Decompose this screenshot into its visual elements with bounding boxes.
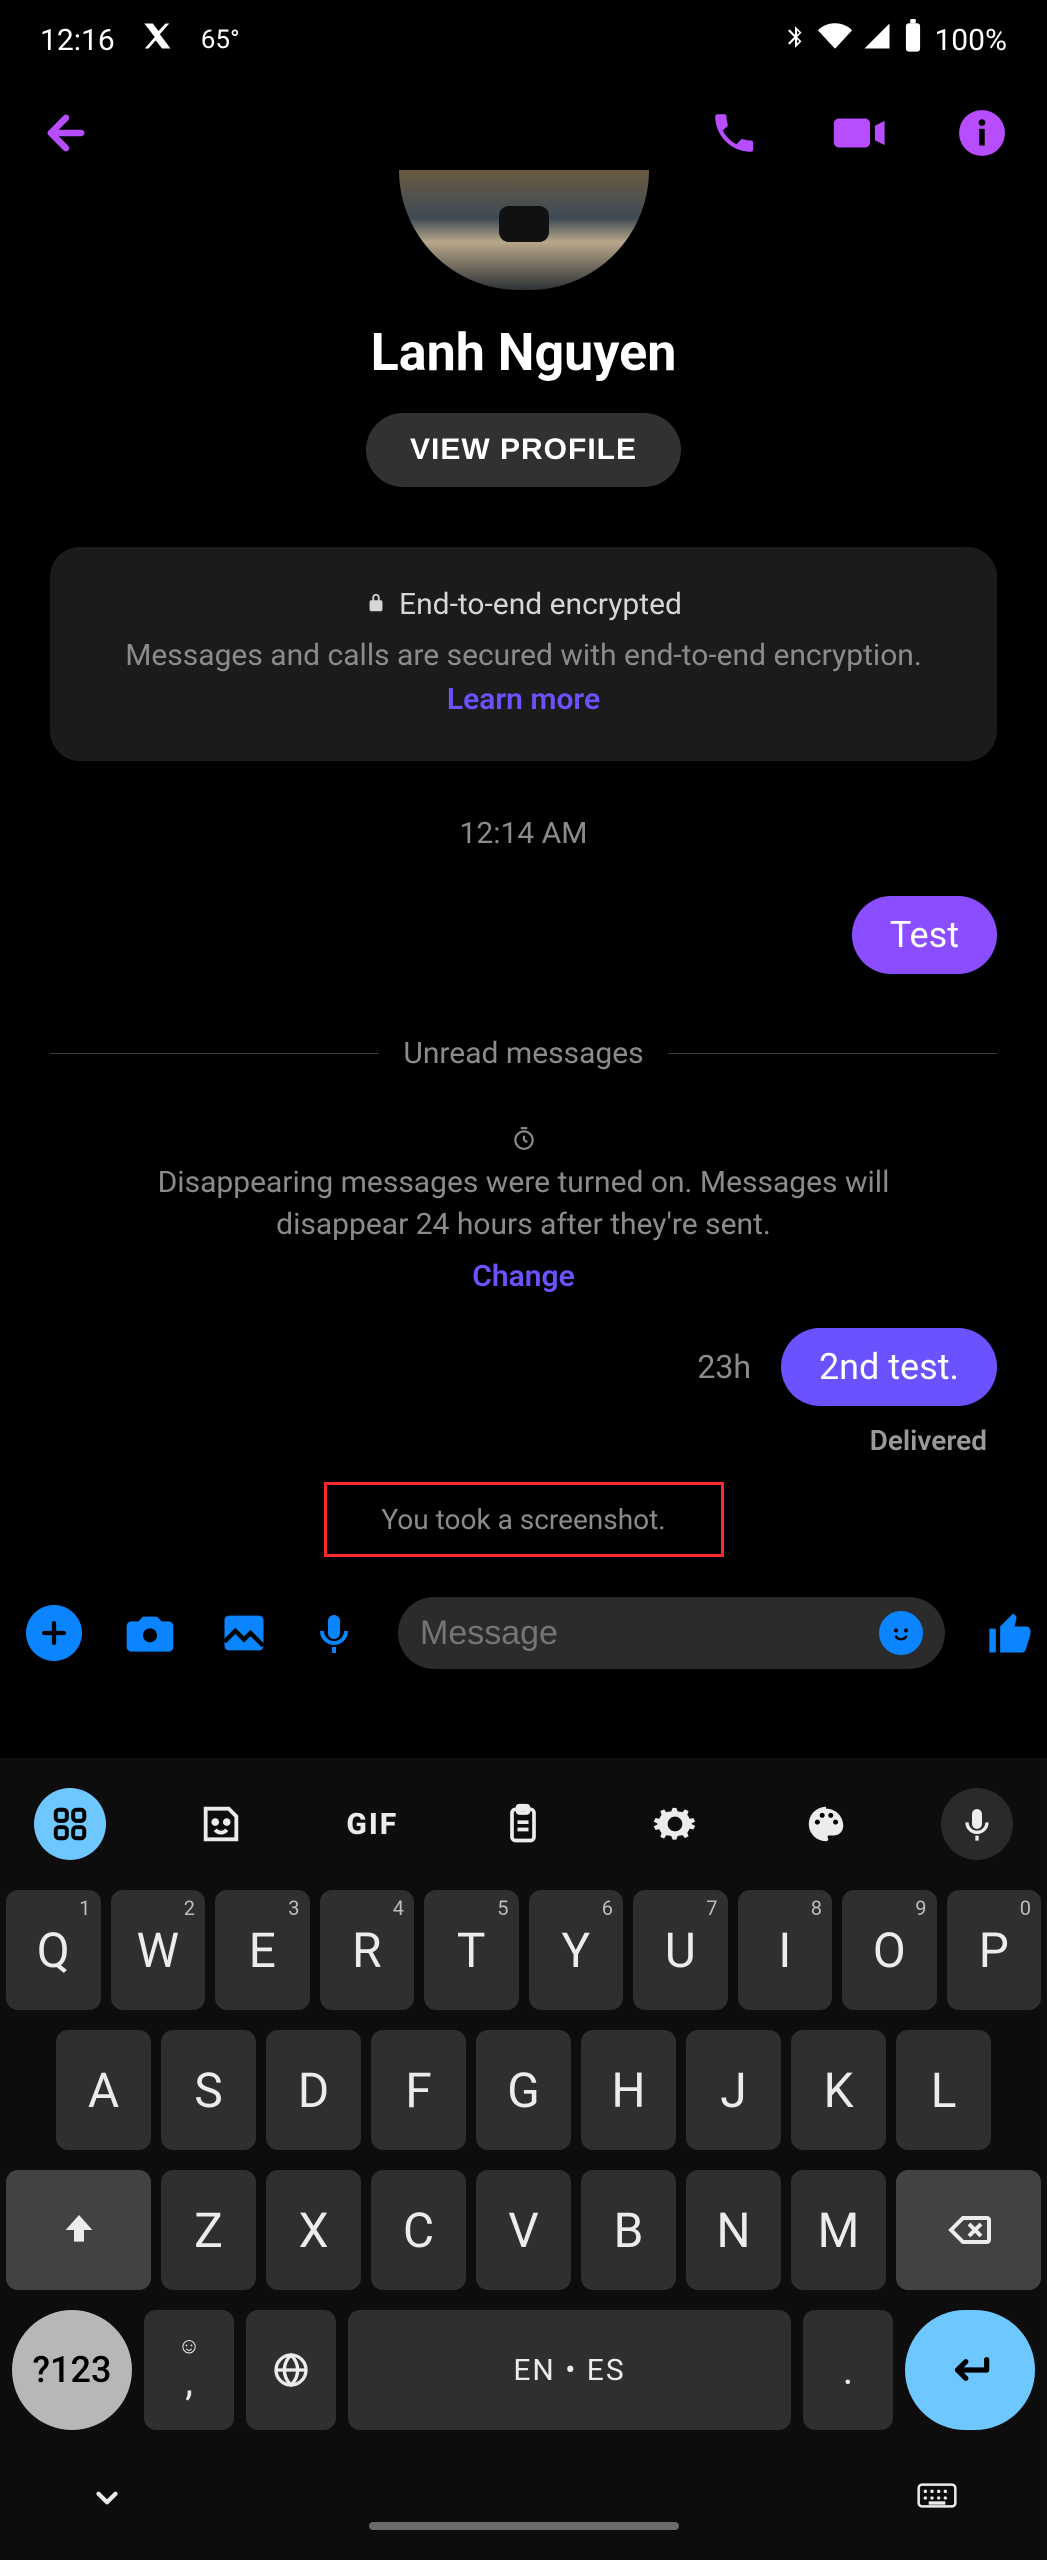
key-v[interactable]: V — [476, 2170, 571, 2290]
contact-name: Lanh Nguyen — [0, 322, 1047, 383]
wifi-icon — [818, 19, 852, 61]
more-actions-button[interactable] — [26, 1605, 82, 1661]
kb-clipboard-icon[interactable] — [487, 1788, 559, 1860]
emoji-button[interactable] — [879, 1611, 923, 1655]
battery-pct: 100% — [934, 23, 1007, 58]
key-q[interactable]: Q1 — [6, 1890, 101, 2010]
nav-keyboard-icon[interactable] — [917, 2482, 957, 2518]
space-key[interactable]: EN • ES — [348, 2310, 791, 2430]
key-j[interactable]: J — [686, 2030, 781, 2150]
symbols-key[interactable]: ?123 — [12, 2310, 132, 2430]
composer-bar — [0, 1557, 1047, 1689]
sent-message[interactable]: 2nd test. — [781, 1328, 997, 1406]
period-key[interactable]: . — [803, 2310, 893, 2430]
comma-key[interactable]: ☺ , — [144, 2310, 234, 2430]
encryption-title: End-to-end encrypted — [399, 587, 682, 622]
kb-theme-icon[interactable] — [790, 1788, 862, 1860]
encryption-card: End-to-end encrypted Messages and calls … — [50, 547, 997, 761]
info-button[interactable] — [957, 108, 1007, 162]
key-z[interactable]: Z — [161, 2170, 256, 2290]
key-p[interactable]: P0 — [947, 1890, 1042, 2010]
change-link[interactable]: Change — [472, 1256, 574, 1298]
key-a[interactable]: A — [56, 2030, 151, 2150]
key-h[interactable]: H — [581, 2030, 676, 2150]
sent-message[interactable]: Test — [852, 896, 997, 974]
key-l[interactable]: L — [896, 2030, 991, 2150]
encryption-subtitle: Messages and calls are secured with end-… — [125, 638, 922, 673]
enter-key[interactable] — [905, 2310, 1035, 2430]
voice-message-button[interactable] — [310, 1605, 358, 1661]
key-b[interactable]: B — [581, 2170, 676, 2290]
view-profile-button[interactable]: VIEW PROFILE — [366, 413, 681, 487]
timer-icon — [511, 1126, 537, 1152]
key-w[interactable]: W2 — [111, 1890, 206, 2010]
shift-key[interactable] — [6, 2170, 151, 2290]
key-y[interactable]: Y6 — [529, 1890, 624, 2010]
like-button[interactable] — [985, 1605, 1037, 1661]
delivery-status: Delivered — [0, 1424, 1047, 1457]
key-s[interactable]: S — [161, 2030, 256, 2150]
key-f[interactable]: F — [371, 2030, 466, 2150]
unread-divider: Unread messages — [50, 1036, 997, 1071]
status-bar: 12:16 65° 100% — [0, 0, 1047, 80]
key-d[interactable]: D — [266, 2030, 361, 2150]
key-x[interactable]: X — [266, 2170, 361, 2290]
nav-handle[interactable] — [369, 2522, 679, 2530]
nav-bar — [0, 2440, 1047, 2560]
status-time: 12:16 — [40, 23, 115, 58]
avatar[interactable] — [399, 170, 649, 290]
unread-label: Unread messages — [403, 1036, 643, 1071]
key-m[interactable]: M — [791, 2170, 886, 2290]
cell-signal-icon — [862, 21, 892, 59]
lock-icon — [365, 587, 387, 622]
disappearing-text: Disappearing messages were turned on. Me… — [120, 1162, 927, 1246]
learn-more-link[interactable]: Learn more — [447, 682, 600, 717]
kb-apps-icon[interactable] — [34, 1788, 106, 1860]
kb-settings-icon[interactable] — [639, 1788, 711, 1860]
key-n[interactable]: N — [686, 2170, 781, 2290]
backspace-key[interactable] — [896, 2170, 1041, 2290]
key-r[interactable]: R4 — [320, 1890, 415, 2010]
battery-icon — [902, 19, 924, 61]
video-call-button[interactable] — [829, 104, 887, 166]
nav-collapse-icon[interactable] — [90, 2481, 124, 2519]
message-input[interactable] — [420, 1614, 863, 1653]
key-u[interactable]: U7 — [633, 1890, 728, 2010]
kb-sticker-icon[interactable] — [185, 1788, 257, 1860]
soft-keyboard: GIF Q1W2E3R4T5Y6U7I8O9P0 ASDFGHJKL ZXCVB… — [0, 1758, 1047, 2560]
x-app-icon — [143, 21, 173, 59]
kb-voice-icon[interactable] — [941, 1788, 1013, 1860]
key-e[interactable]: E3 — [215, 1890, 310, 2010]
key-g[interactable]: G — [476, 2030, 571, 2150]
bluetooth-icon — [782, 23, 808, 58]
status-temp: 65° — [201, 25, 240, 55]
language-key[interactable] — [246, 2310, 336, 2430]
screenshot-notice: You took a screenshot. — [324, 1482, 724, 1557]
back-button[interactable] — [40, 107, 92, 163]
conversation-timestamp: 12:14 AM — [0, 816, 1047, 851]
key-k[interactable]: K — [791, 2030, 886, 2150]
gallery-button[interactable] — [218, 1605, 270, 1661]
key-o[interactable]: O9 — [842, 1890, 937, 2010]
message-input-wrapper[interactable] — [398, 1597, 945, 1669]
emoji-hint-icon: ☺ — [178, 2336, 200, 2358]
kb-gif-button[interactable]: GIF — [336, 1788, 408, 1860]
message-age: 23h — [697, 1348, 751, 1386]
audio-call-button[interactable] — [709, 108, 759, 162]
camera-button[interactable] — [122, 1605, 178, 1661]
key-c[interactable]: C — [371, 2170, 466, 2290]
key-t[interactable]: T5 — [424, 1890, 519, 2010]
key-i[interactable]: I8 — [738, 1890, 833, 2010]
